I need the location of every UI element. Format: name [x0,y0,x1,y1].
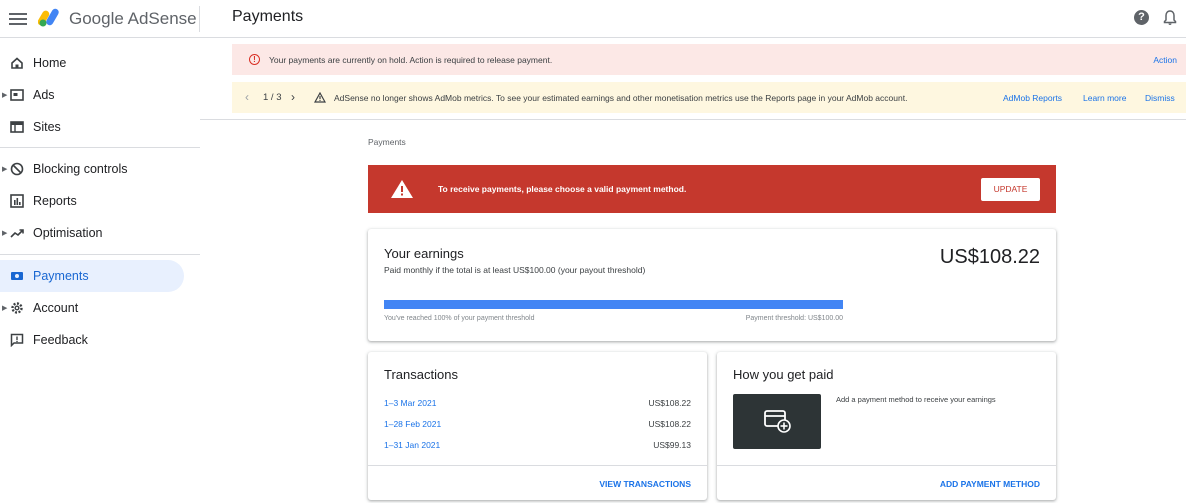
chevron-left-icon[interactable]: ‹ [245,90,249,104]
expand-caret-icon: ▶ [2,92,8,99]
earnings-title: Your earnings [384,246,464,261]
help-icon[interactable]: ? [1134,10,1149,25]
sidebar-item-home[interactable]: Home [0,47,184,79]
transaction-row: 1–3 Mar 2021 US$108.22 [384,398,691,412]
home-icon [11,57,23,69]
transaction-amount: US$108.22 [648,419,691,429]
payment-method-illustration [733,394,821,449]
earnings-subtitle: Paid monthly if the total is at least US… [384,265,646,275]
sidebar-item-payments[interactable]: Payments [0,260,184,292]
payments-icon [11,272,23,280]
feedback-icon [10,333,24,347]
progress-fill [384,300,843,309]
gear-icon [11,302,23,314]
learn-more-link[interactable]: Learn more [1083,93,1126,103]
payment-hold-alert: ! Your payments are currently on hold. A… [232,44,1186,75]
transaction-amount: US$99.13 [653,440,691,450]
transaction-date-link[interactable]: 1–31 Jan 2021 [384,440,440,450]
transaction-amount: US$108.22 [648,398,691,408]
page-title: Payments [232,8,304,25]
how-paid-title: How you get paid [733,367,834,382]
payment-threshold-text: Payment threshold: US$100.00 [745,315,843,322]
earnings-amount: US$108.22 [939,246,1040,268]
sidebar-item-feedback[interactable]: Feedback [0,324,184,356]
progress-status-text: You've reached 100% of your payment thre… [384,315,535,322]
nav-divider [0,147,200,148]
sidebar-item-account[interactable]: ▶ Account [0,292,184,324]
notice-text: AdSense no longer shows AdMob metrics. T… [334,93,908,103]
view-transactions-button[interactable]: VIEW TRANSACTIONS [599,479,691,489]
sidebar-item-label: Optimisation [33,226,103,240]
notice-counter: 1 / 3 [263,92,282,103]
sidebar-item-label: Account [33,301,79,315]
transaction-date-link[interactable]: 1–28 Feb 2021 [384,419,441,429]
reports-icon [10,194,24,208]
ads-icon [10,89,24,101]
sidebar-item-label: Feedback [33,333,88,347]
transactions-title: Transactions [384,367,458,382]
top-app-bar: Google AdSense Payments ? [0,0,1186,38]
content-divider [200,119,1186,120]
dismiss-link[interactable]: Dismiss [1145,93,1175,103]
threshold-progress-bar [384,300,843,309]
sidebar-item-label: Payments [33,269,89,283]
earnings-card: Your earnings Paid monthly if the total … [368,229,1056,341]
block-icon [10,162,24,176]
sidebar-item-sites[interactable]: Sites [0,111,184,143]
sidebar-item-label: Ads [33,88,55,102]
sidebar-item-label: Blocking controls [33,162,128,176]
payment-method-error-banner: To receive payments, please choose a val… [368,165,1056,213]
update-button[interactable]: UPDATE [981,178,1040,201]
sidebar-item-blocking-controls[interactable]: ▶ Blocking controls [0,153,184,185]
sidebar-nav: Home ▶ Ads Sites ▶ Blocking controls Rep… [0,38,200,503]
card-divider [717,465,1056,466]
error-icon: ! [249,54,260,65]
breadcrumb: Payments [368,137,406,147]
sidebar-item-optimisation[interactable]: ▶ Optimisation [0,217,184,249]
nav-divider [0,254,200,255]
sites-icon [10,121,24,133]
expand-caret-icon: ▶ [2,230,8,237]
card-divider [368,465,707,466]
sidebar-item-ads[interactable]: ▶ Ads [0,79,184,111]
alert-action-link[interactable]: Action [1153,55,1177,65]
hamburger-menu-icon[interactable] [9,10,27,26]
header-divider [199,6,200,32]
transaction-row: 1–28 Feb 2021 US$108.22 [384,419,691,433]
sidebar-item-label: Home [33,56,67,70]
brand-name: Google AdSense [69,9,197,28]
add-card-icon [764,410,791,433]
trending-icon [10,229,24,238]
sidebar-item-label: Reports [33,194,77,208]
transaction-date-link[interactable]: 1–3 Mar 2021 [384,398,436,408]
expand-caret-icon: ▶ [2,166,8,173]
error-banner-text: To receive payments, please choose a val… [438,184,687,194]
how-paid-description: Add a payment method to receive your ear… [836,395,996,404]
expand-caret-icon: ▶ [2,305,8,312]
sidebar-item-reports[interactable]: Reports [0,185,184,217]
transactions-card: Transactions 1–3 Mar 2021 US$108.22 1–28… [368,352,707,500]
transaction-row: 1–31 Jan 2021 US$99.13 [384,440,691,454]
warning-icon [314,92,326,103]
how-you-get-paid-card: How you get paid Add a payment method to… [717,352,1056,500]
admob-reports-link[interactable]: AdMob Reports [1003,93,1062,103]
add-payment-method-button[interactable]: ADD PAYMENT METHOD [940,479,1040,489]
alert-text: Your payments are currently on hold. Act… [269,55,553,65]
warning-icon [391,180,413,198]
chevron-right-icon[interactable]: › [291,90,295,104]
adsense-logo [38,8,59,27]
bell-icon[interactable] [1163,10,1177,26]
sidebar-item-label: Sites [33,120,61,134]
admob-notice-alert: ‹ 1 / 3 › AdSense no longer shows AdMob … [232,82,1186,113]
